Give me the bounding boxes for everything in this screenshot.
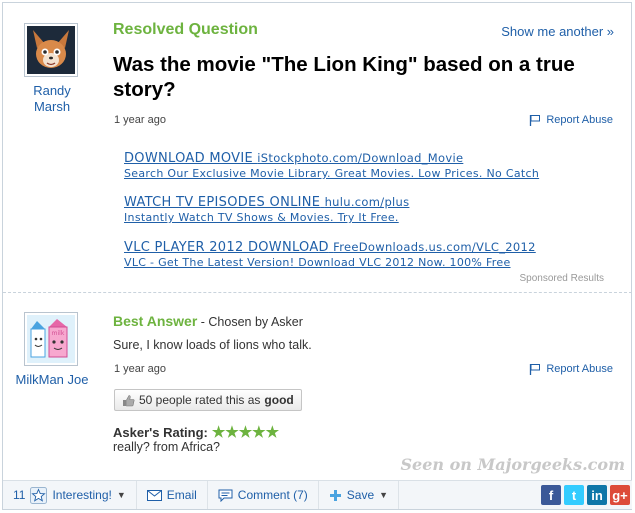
chevron-down-icon: ▼ [116, 490, 126, 500]
rate-good-button[interactable]: 50 people rated this as good [114, 389, 302, 411]
ad-domain[interactable]: iStockphoto.com/Download_Movie [257, 151, 463, 165]
watermark: Seen on Majorgeeks.com [400, 455, 625, 474]
linkedin-icon[interactable]: in [587, 485, 607, 505]
best-answer-header: Best Answer - Chosen by Asker [113, 313, 303, 329]
action-toolbar: 11 Interesting! ▼ Email Comment (7) Save… [3, 480, 632, 509]
asker-name[interactable]: Randy Marsh [22, 83, 82, 115]
comment-button[interactable]: Comment (7) [208, 481, 319, 509]
question-title: Was the movie "The Lion King" based on a… [113, 53, 575, 101]
rating-stars: ★★★★★ [211, 424, 280, 441]
svg-text:milk: milk [52, 330, 65, 337]
asker-rating: Asker's Rating: ★★★★★ [113, 423, 279, 441]
show-another-link[interactable]: Show me another » [501, 24, 614, 39]
facebook-icon[interactable]: f [541, 485, 561, 505]
plus-icon [329, 489, 341, 501]
ad-description[interactable]: Instantly Watch TV Shows & Movies. Try I… [124, 211, 409, 224]
ad-title[interactable]: WATCH TV EPISODES ONLINE [124, 195, 320, 210]
answerer-name[interactable]: MilkMan Joe [12, 372, 92, 388]
social-share: f t in g+ [541, 485, 630, 505]
sponsored-results-label: Sponsored Results [519, 273, 605, 284]
ad-description[interactable]: VLC - Get The Latest Version! Download V… [124, 256, 536, 269]
ad-1[interactable]: DOWNLOAD MOVIE iStockphoto.com/Download_… [124, 150, 539, 180]
answer-text: Sure, I know loads of lions who talk. [113, 338, 312, 352]
thumbs-up-icon [123, 394, 135, 406]
google-plus-icon[interactable]: g+ [610, 485, 630, 505]
flag-icon [530, 115, 541, 126]
star-icon [30, 486, 48, 504]
twitter-icon[interactable]: t [564, 485, 584, 505]
email-label: Email [166, 488, 197, 502]
ad-title[interactable]: VLC PLAYER 2012 DOWNLOAD [124, 240, 329, 255]
report-abuse-label: Report Abuse [546, 363, 613, 375]
asker-rating-comment: really? from Africa? [113, 440, 220, 454]
report-abuse-label: Report Abuse [546, 114, 613, 126]
best-answer-label: Best Answer [113, 313, 198, 329]
question-time: 1 year ago [114, 114, 166, 126]
chosen-by-asker-label: - Chosen by Asker [197, 315, 303, 329]
save-label: Save [346, 488, 375, 502]
resolved-question-label: Resolved Question [113, 21, 258, 38]
ad-2[interactable]: WATCH TV EPISODES ONLINE hulu.com/plus I… [124, 194, 409, 224]
answer-time: 1 year ago [114, 363, 166, 375]
answerer-avatar[interactable]: milk [24, 312, 78, 366]
save-button[interactable]: Save ▼ [319, 481, 400, 509]
asker-avatar[interactable] [24, 23, 78, 77]
section-divider [3, 292, 632, 293]
fox-avatar-icon [27, 26, 75, 74]
speech-bubble-icon [218, 489, 233, 502]
chevron-down-icon: ▼ [379, 490, 389, 500]
ad-title[interactable]: DOWNLOAD MOVIE [124, 151, 253, 166]
asker-rating-label: Asker's Rating: [113, 424, 208, 440]
report-abuse-question[interactable]: Report Abuse [529, 114, 613, 126]
rated-value: good [264, 393, 294, 407]
rated-count-label: 50 people rated this as [139, 393, 261, 407]
milk-carton-avatar-icon: milk [27, 315, 75, 363]
ad-description[interactable]: Search Our Exclusive Movie Library. Grea… [124, 167, 539, 180]
interesting-label: Interesting! [52, 488, 112, 502]
interesting-count: 11 [13, 488, 26, 502]
ad-domain[interactable]: hulu.com/plus [325, 195, 410, 209]
report-abuse-answer[interactable]: Report Abuse [529, 363, 613, 375]
interesting-button[interactable]: 11 Interesting! ▼ [3, 481, 137, 509]
envelope-icon [146, 489, 162, 501]
flag-icon [530, 364, 541, 375]
ad-domain[interactable]: FreeDownloads.us.com/VLC_2012 [333, 240, 536, 254]
email-button[interactable]: Email [137, 481, 208, 509]
ad-3[interactable]: VLC PLAYER 2012 DOWNLOAD FreeDownloads.u… [124, 239, 536, 269]
comment-label: Comment (7) [237, 488, 308, 502]
